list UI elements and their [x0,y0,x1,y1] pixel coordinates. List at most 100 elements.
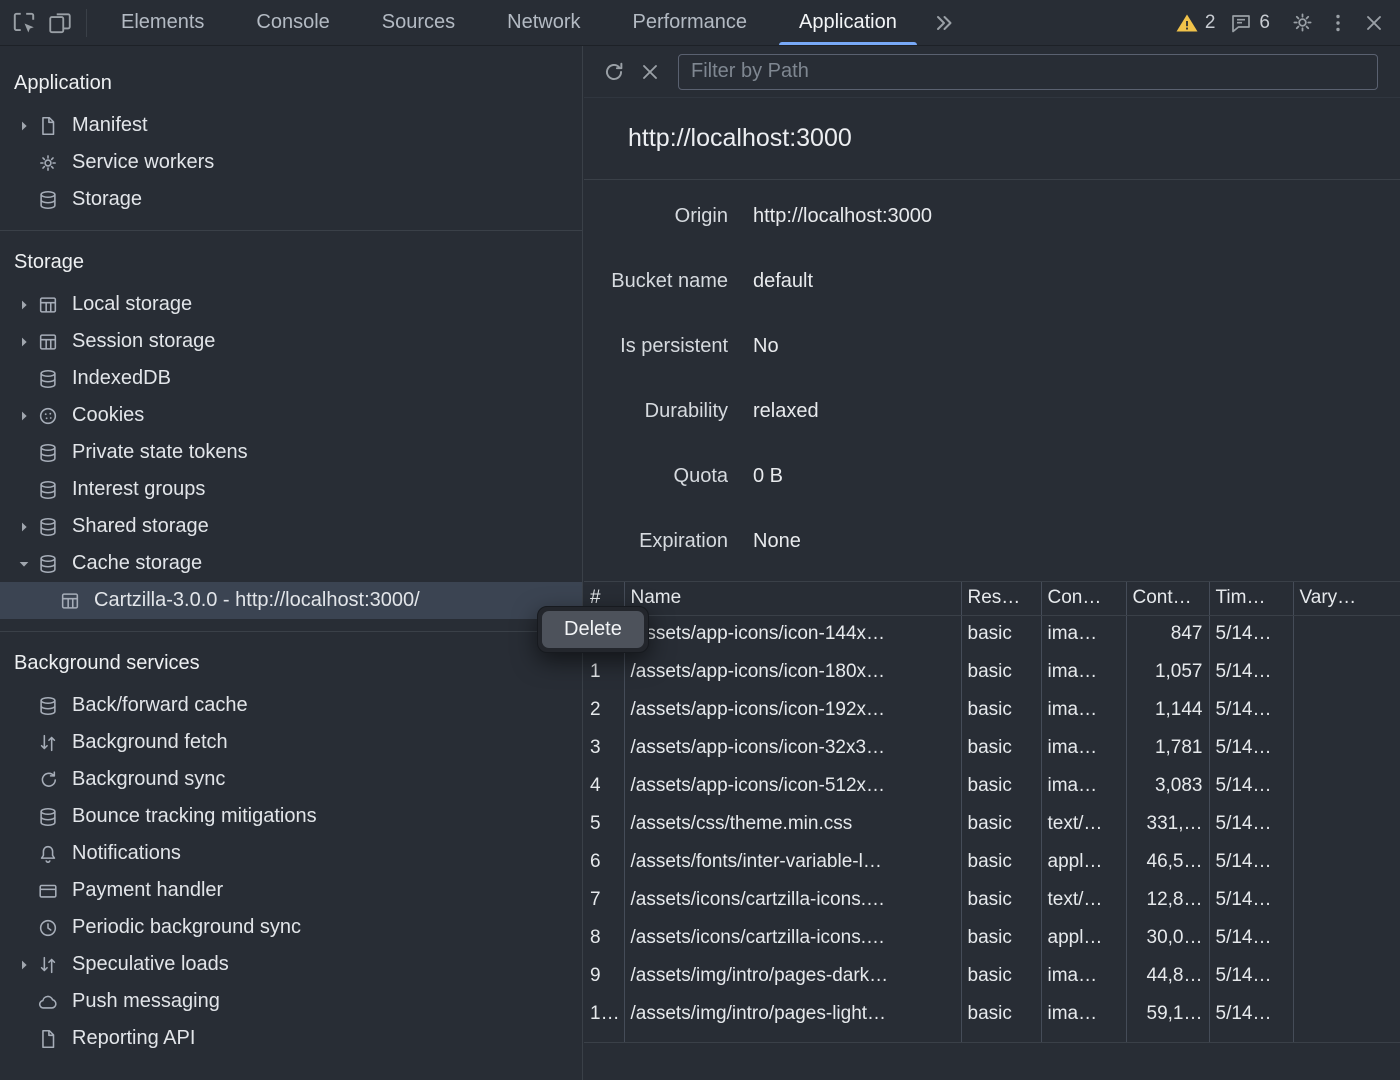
sidebar-item-reporting-api[interactable]: Reporting API [0,1020,582,1057]
customize-menu-button[interactable] [1320,5,1356,41]
cell-time-cached: 5/14… [1209,805,1293,843]
sidebar-item-session-storage[interactable]: Session storage [0,323,582,360]
application-sidebar: Application Manifest Service workers Sto… [0,46,583,1080]
chevron-right-icon[interactable] [12,293,36,317]
twisty-spacer [12,367,36,391]
table-row[interactable]: 1…/assets/js/theme.min.jsbasictext/…9,44… [584,1033,1400,1043]
cell-index: 1 [584,653,624,691]
toggle-device-toolbar-button[interactable] [42,5,78,41]
cell-content-length: 59,1… [1126,995,1209,1033]
delete-selected-button[interactable] [632,54,668,90]
chevron-right-icon[interactable] [12,515,36,539]
close-devtools-button[interactable] [1356,5,1392,41]
refresh-button[interactable] [596,54,632,90]
toolbar-divider [86,9,87,37]
meta-label: Durability [584,400,728,423]
table-row[interactable]: 9/assets/img/intro/pages-dark…basicima…4… [584,957,1400,995]
cell-time-cached: 5/14… [1209,691,1293,729]
table-row[interactable]: 8/assets/icons/cartzilla-icons.…basicapp… [584,919,1400,957]
tab-network[interactable]: Network [481,0,606,45]
sidebar-item-interest-groups[interactable]: Interest groups [0,471,582,508]
table-row[interactable]: 4/assets/app-icons/icon-512x…basicima…3,… [584,767,1400,805]
sidebar-item-payment-handler[interactable]: Payment handler [0,872,582,909]
table-row[interactable]: 0/assets/app-icons/icon-144x…basicima…84… [584,615,1400,653]
col-header-time-cached[interactable]: Tim… [1209,582,1293,615]
cell-time-cached: 5/14… [1209,919,1293,957]
sidebar-item-label: Payment handler [72,879,223,902]
inspect-element-button[interactable] [6,5,42,41]
sidebar-item-bounce-tracking-mitigations[interactable]: Bounce tracking mitigations [0,798,582,835]
sidebar-item-cache-storage[interactable]: Cache storage [0,545,582,582]
service-worker-gear-icon [36,151,60,175]
sidebar-item-background-fetch[interactable]: Background fetch [0,724,582,761]
sidebar-item-speculative-loads[interactable]: Speculative loads [0,946,582,983]
sidebar-item-cookies[interactable]: Cookies [0,397,582,434]
sidebar-item-push-messaging[interactable]: Push messaging [0,983,582,1020]
tab-performance[interactable]: Performance [607,0,774,45]
issues-bubble-icon [1229,11,1253,35]
sidebar-item-service-workers[interactable]: Service workers [0,144,582,181]
cell-time-cached: 5/14… [1209,843,1293,881]
twisty-spacer [12,151,36,175]
col-header-content-length[interactable]: Cont… [1126,582,1209,615]
sidebar-item-local-storage[interactable]: Local storage [0,286,582,323]
table-row[interactable]: 3/assets/app-icons/icon-32x3…basicima…1,… [584,729,1400,767]
sidebar-item-back-forward-cache[interactable]: Back/forward cache [0,687,582,724]
sidebar-item-label: Background fetch [72,731,228,754]
table-row[interactable]: 5/assets/css/theme.min.cssbasictext/…331… [584,805,1400,843]
sidebar-item-manifest[interactable]: Manifest [0,107,582,144]
chevron-right-icon[interactable] [12,330,36,354]
twisty-spacer [12,842,36,866]
settings-button[interactable] [1284,5,1320,41]
col-header-response-type[interactable]: Res… [961,582,1041,615]
context-menu: Delete [537,606,649,653]
sidebar-item-notifications[interactable]: Notifications [0,835,582,872]
devtools-window: Elements Console Sources Network Perform… [0,0,1400,1080]
sidebar-item-private-state-tokens[interactable]: Private state tokens [0,434,582,471]
issues-button[interactable]: 6 [1229,11,1270,35]
up-down-arrows-icon [36,953,60,977]
sidebar-item-storage[interactable]: Storage [0,181,582,218]
origin-header: http://localhost:3000 [584,98,1400,180]
table-row[interactable]: 1/assets/app-icons/icon-180x…basicima…1,… [584,653,1400,691]
meta-value: default [753,270,813,293]
cell-content-length: 1,057 [1126,653,1209,691]
issues-count: 6 [1259,12,1270,34]
col-header-content-type[interactable]: Con… [1041,582,1126,615]
filter-by-path-input[interactable] [678,54,1378,90]
sidebar-item-periodic-background-sync[interactable]: Periodic background sync [0,909,582,946]
table-row[interactable]: 2/assets/app-icons/icon-192x…basicima…1,… [584,691,1400,729]
chevron-down-icon[interactable] [12,552,36,576]
sidebar-item-cartzilla-cache[interactable]: Cartzilla-3.0.0 - http://localhost:3000/ [0,582,582,619]
tab-elements[interactable]: Elements [95,0,230,45]
chevron-right-icon[interactable] [12,114,36,138]
sidebar-item-label: Back/forward cache [72,694,248,717]
table-row[interactable]: 6/assets/fonts/inter-variable-l…basicapp… [584,843,1400,881]
more-tabs-button[interactable] [923,5,963,41]
warnings-button[interactable]: 2 [1175,11,1216,35]
table-row[interactable]: 1…/assets/img/intro/pages-light…basicima… [584,995,1400,1033]
table-row[interactable]: 7/assets/icons/cartzilla-icons.…basictex… [584,881,1400,919]
tab-console[interactable]: Console [230,0,355,45]
sidebar-item-shared-storage[interactable]: Shared storage [0,508,582,545]
twisty-spacer [12,441,36,465]
gear-icon [1290,10,1315,35]
col-header-name[interactable]: Name [624,582,961,615]
cell-content-length: 331,… [1126,805,1209,843]
tab-sources[interactable]: Sources [356,0,481,45]
cell-content-length: 30,0… [1126,919,1209,957]
chevron-right-icon[interactable] [12,953,36,977]
sidebar-item-background-sync[interactable]: Background sync [0,761,582,798]
cell-name: /assets/icons/cartzilla-icons.… [624,919,961,957]
cell-name: /assets/app-icons/icon-144x… [624,615,961,653]
cell-vary [1293,1033,1400,1043]
sidebar-item-label: Speculative loads [72,953,229,976]
chevron-right-icon[interactable] [12,404,36,428]
context-menu-item-delete[interactable]: Delete [542,611,644,648]
tab-application[interactable]: Application [773,0,923,45]
sidebar-item-label: Interest groups [72,478,205,501]
col-header-vary[interactable]: Vary… [1293,582,1400,615]
cell-content-length: 1,781 [1126,729,1209,767]
sidebar-item-indexeddb[interactable]: IndexedDB [0,360,582,397]
cell-index: 1… [584,1033,624,1043]
